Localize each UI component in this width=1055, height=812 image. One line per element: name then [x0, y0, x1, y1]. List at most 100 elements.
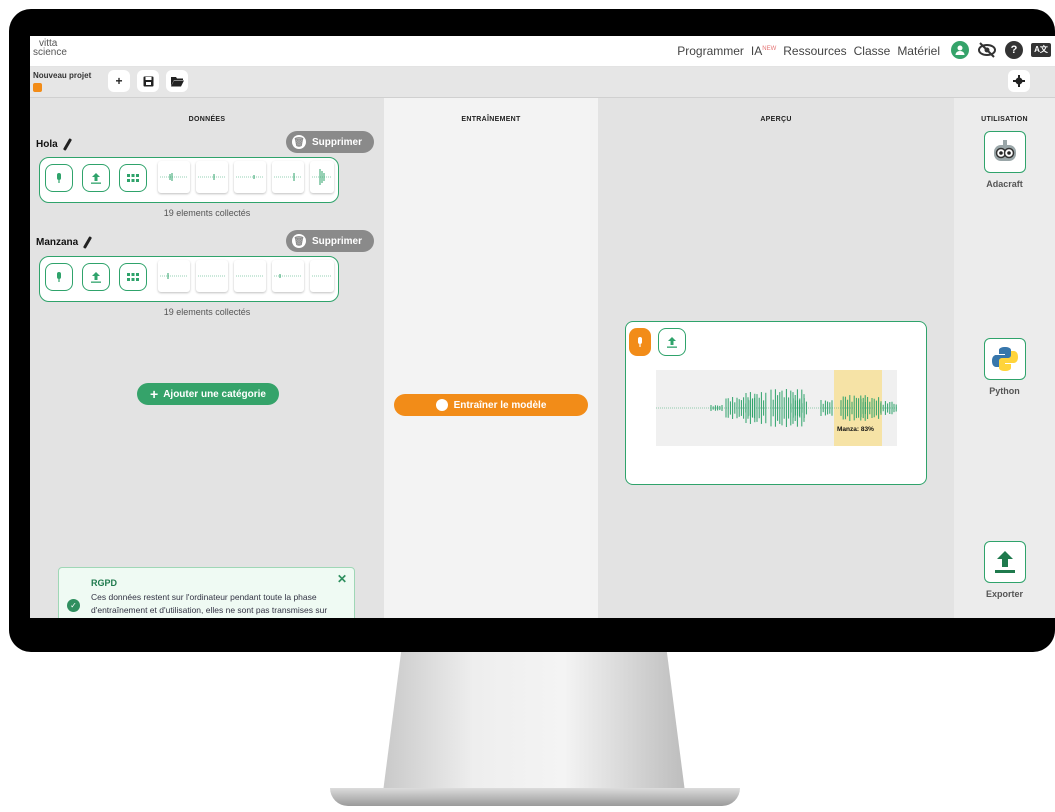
delete-label: Supprimer	[312, 235, 363, 247]
app-screen: vitta science Programmer IANEW Ressource…	[30, 36, 1055, 618]
plus-circle-icon: +	[150, 386, 159, 402]
open-project-button[interactable]	[166, 70, 188, 92]
language-icon[interactable]: A文	[1031, 43, 1051, 57]
data-column-title: DONNÉES	[188, 116, 226, 123]
monitor-stand	[383, 652, 685, 792]
sample-thumbnail[interactable]	[158, 161, 190, 193]
usage-label: Adacraft	[986, 179, 1023, 189]
trash-icon: 🗑	[292, 135, 306, 149]
category-label: Manzana	[36, 237, 79, 249]
waveform-display: Manza: 83%	[656, 370, 897, 446]
sample-box-manzana	[39, 256, 339, 302]
rgpd-text: Ces données restent sur l'ordinateur pen…	[91, 592, 328, 615]
usage-adacraft[interactable]: Adacraft	[954, 131, 1055, 189]
grid-view-button[interactable]	[119, 164, 147, 192]
pencil-icon[interactable]	[62, 138, 72, 151]
sample-thumbnail[interactable]	[158, 260, 190, 292]
collected-count: 19 elements collectés	[163, 307, 251, 317]
microphone-icon	[57, 271, 61, 282]
record-button[interactable]	[45, 164, 73, 192]
grid-view-button[interactable]	[119, 263, 147, 291]
nav-link-programmer[interactable]: Programmer	[677, 44, 744, 58]
add-category-label: Ajouter une catégorie	[163, 388, 266, 400]
project-name[interactable]: Nouveau projet	[33, 71, 91, 80]
upload-button[interactable]	[82, 263, 110, 291]
delete-category-button[interactable]: 🗑 Supprimer	[286, 230, 374, 252]
sample-thumbnail[interactable]	[310, 161, 334, 193]
usage-python[interactable]: Python	[954, 338, 1055, 396]
category-label: Hola	[36, 139, 58, 151]
help-icon[interactable]: ?	[1005, 41, 1023, 59]
python-icon	[983, 338, 1026, 380]
training-column-title: ENTRAÎNEMENT	[461, 116, 521, 123]
nav-link-ia-label: IA	[750, 44, 763, 58]
robot-icon	[983, 131, 1026, 173]
microphone-icon	[638, 336, 642, 347]
trash-icon: 🗑	[292, 234, 306, 248]
eye-slash-icon[interactable]	[977, 41, 997, 59]
project-toolbar: Nouveau projet +	[30, 67, 1055, 98]
export-icon	[983, 541, 1026, 583]
add-category-button[interactable]: + Ajouter une catégorie	[137, 383, 279, 405]
brain-icon	[435, 399, 448, 411]
sample-thumbnail[interactable]	[272, 161, 304, 193]
check-circle-icon: ✓	[67, 599, 80, 612]
usage-column-title: UTILISATION	[981, 116, 1028, 123]
grid-icon	[127, 272, 139, 281]
save-project-button[interactable]	[137, 70, 159, 92]
new-badge: NEW	[762, 46, 777, 52]
vittascience-logo[interactable]: vitta science	[33, 39, 67, 58]
train-model-button[interactable]: Entraîner le modèle	[394, 394, 588, 416]
category-name-hola[interactable]: Hola	[36, 138, 72, 151]
live-record-button[interactable]	[629, 328, 651, 356]
top-navigation: vitta science Programmer IANEW Ressource…	[30, 36, 1055, 67]
new-project-button[interactable]: +	[108, 70, 130, 92]
sample-box-hola	[39, 157, 339, 203]
usage-label: Exporter	[985, 589, 1023, 599]
sample-thumbnail[interactable]	[310, 260, 334, 292]
collected-count: 19 elements collectés	[163, 208, 251, 218]
upload-icon	[667, 336, 677, 348]
sample-thumbnail[interactable]	[196, 161, 228, 193]
delete-category-button[interactable]: 🗑 Supprimer	[286, 131, 374, 153]
waveform	[656, 389, 897, 427]
settings-button[interactable]	[1008, 70, 1030, 92]
preview-column: APERÇU Manza: 83%	[598, 98, 954, 618]
user-icon[interactable]	[951, 41, 969, 59]
delete-label: Supprimer	[312, 136, 363, 148]
monitor-base	[330, 788, 740, 806]
rgpd-title: RGPD	[91, 578, 118, 588]
preview-column-title: APERÇU	[760, 116, 792, 123]
preview-upload-button[interactable]	[658, 328, 686, 356]
sample-thumbnail[interactable]	[234, 161, 266, 193]
gear-icon	[1013, 75, 1025, 87]
data-column: DONNÉES Hola 🗑 Supprimer 19 elements col…	[30, 98, 384, 618]
nav-link-classe[interactable]: Classe	[854, 44, 891, 58]
nav-icons: ? A文	[951, 41, 1051, 59]
upload-icon	[91, 172, 101, 184]
category-name-manzana[interactable]: Manzana	[36, 236, 93, 249]
nav-link-ia[interactable]: IANEW	[751, 44, 776, 58]
sample-thumbnail[interactable]	[272, 260, 304, 292]
pencil-icon[interactable]	[83, 236, 93, 249]
unsaved-indicator-icon	[33, 83, 42, 92]
upload-button[interactable]	[82, 164, 110, 192]
nav-link-ressources[interactable]: Ressources	[783, 44, 846, 58]
record-button[interactable]	[45, 263, 73, 291]
nav-links: Programmer IANEW Ressources Classe Matér…	[677, 44, 940, 58]
usage-column: UTILISATION Adacraft Python Exporter	[954, 98, 1055, 618]
nav-link-materiel[interactable]: Matériel	[897, 44, 940, 58]
floppy-icon	[143, 76, 153, 86]
upload-icon	[91, 271, 101, 283]
usage-label: Python	[989, 386, 1020, 396]
prediction-label: Manza: 83%	[837, 426, 874, 433]
training-column: ENTRAÎNEMENT Entraîner le modèle	[384, 98, 598, 618]
folder-open-icon	[170, 76, 184, 86]
logo-line-2: science	[33, 47, 67, 58]
close-icon[interactable]: ✕	[337, 572, 347, 586]
rgpd-notice: ✕ ✓ RGPD Ces données restent sur l'ordin…	[58, 567, 355, 618]
sample-thumbnail[interactable]	[234, 260, 266, 292]
sample-thumbnail[interactable]	[196, 260, 228, 292]
preview-panel: Manza: 83%	[625, 321, 927, 485]
usage-export[interactable]: Exporter	[954, 541, 1055, 599]
